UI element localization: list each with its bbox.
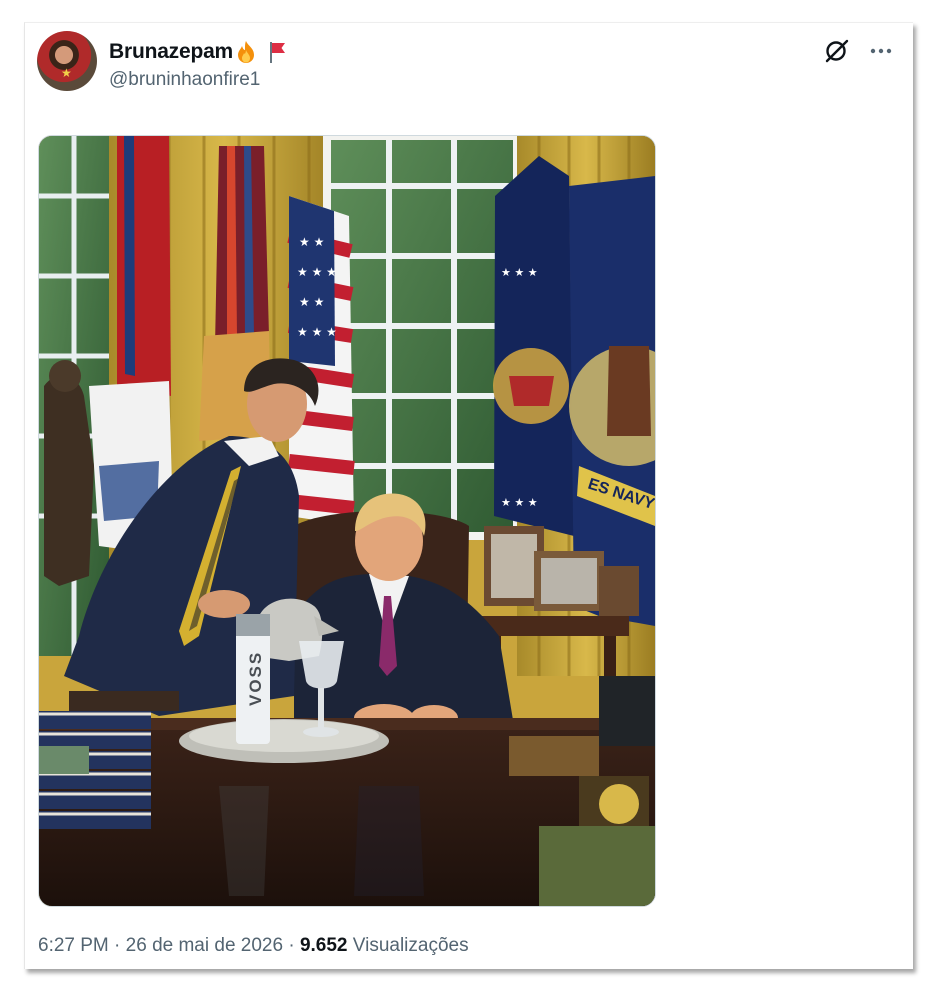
us-flag: ★ ★ ★ ★ ★ ★ ★ ★ ★ ★ — [287, 196, 355, 526]
post-photo[interactable]: ★ ★ ★ ★ ★ ★ ★ ★ ★ ★ ★ ★ ★ ★ ★ ★ ES NAVY — [38, 135, 656, 907]
post-date[interactable]: 26 de mai de 2026 — [126, 935, 283, 956]
author-handle[interactable]: @bruninhaonfire1 — [109, 69, 260, 91]
svg-text:★ ★ ★: ★ ★ ★ — [297, 325, 337, 339]
svg-text:VOSS: VOSS — [246, 651, 265, 706]
voss-bottle: VOSS — [236, 614, 270, 744]
meta-separator: · — [114, 935, 121, 956]
more-icon[interactable] — [867, 37, 895, 65]
author-display-name[interactable]: Brunazepam — [109, 40, 233, 64]
svg-text:★ ★ ★: ★ ★ ★ — [297, 265, 337, 279]
center-window — [323, 136, 521, 540]
post-meta: 6:27 PM · 26 de mai de 2026 · 9.652 Visu… — [38, 935, 469, 957]
red-flag-icon — [270, 42, 286, 63]
photo-scene: ★ ★ ★ ★ ★ ★ ★ ★ ★ ★ ★ ★ ★ ★ ★ ★ ES NAVY — [39, 136, 655, 906]
post-card[interactable]: ★ Brunazepam @bruninhaonfire1 ★ ★ ★ ★ ★ … — [24, 22, 913, 969]
post-time[interactable]: 6:27 PM — [38, 935, 109, 956]
meta-separator: · — [288, 935, 295, 956]
author-avatar[interactable]: ★ — [37, 31, 97, 91]
svg-text:★ ★: ★ ★ — [299, 295, 324, 309]
svg-text:★ ★ ★: ★ ★ ★ — [501, 266, 538, 279]
svg-text:★ ★ ★: ★ ★ ★ — [501, 496, 538, 509]
presidential-flag: ★ ★ ★ ★ ★ ★ — [493, 156, 574, 536]
fire-emoji-icon — [238, 41, 255, 63]
star-icon: ★ — [61, 66, 72, 80]
author-name-row: Brunazepam — [109, 39, 287, 65]
views-label: Visualizações — [352, 935, 469, 956]
silver-tray — [179, 719, 389, 763]
views-count[interactable]: 9.652 — [300, 935, 348, 956]
grok-icon[interactable] — [823, 37, 851, 65]
svg-text:★ ★: ★ ★ — [299, 235, 324, 249]
